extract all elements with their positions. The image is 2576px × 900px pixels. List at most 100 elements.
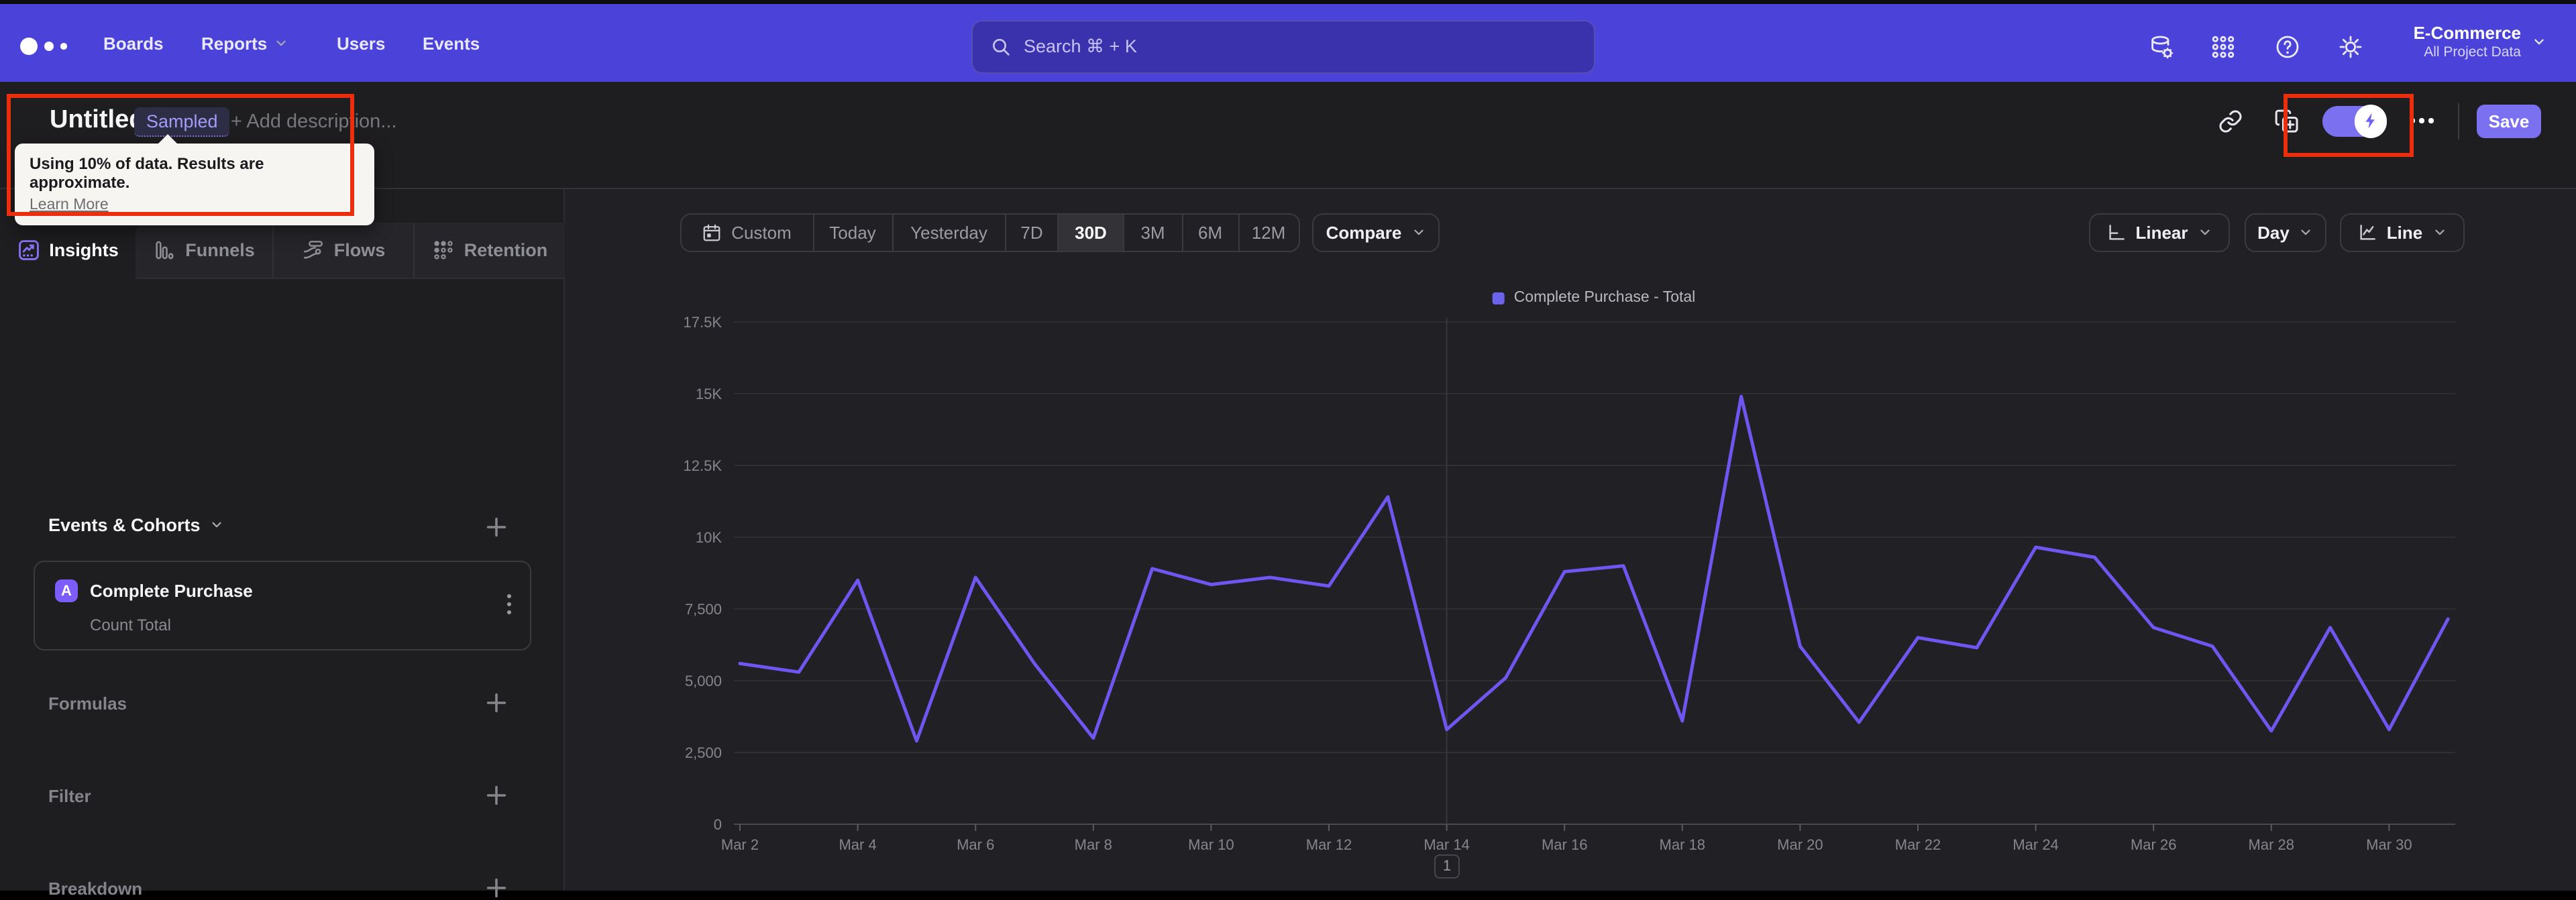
retention-dots-icon bbox=[434, 240, 453, 260]
add-breakdown-button[interactable] bbox=[484, 876, 508, 900]
y-tick-label: 2,500 bbox=[685, 744, 722, 761]
compare-button[interactable]: Compare bbox=[1312, 213, 1440, 252]
range-12m-label: 12M bbox=[1251, 223, 1286, 243]
event-series-letter: A bbox=[61, 583, 72, 599]
y-tick-label: 12.5K bbox=[684, 457, 722, 474]
more-options-icon[interactable] bbox=[2410, 118, 2433, 123]
data-management-icon[interactable] bbox=[2148, 34, 2175, 60]
insights-chart-icon bbox=[18, 240, 39, 261]
sampling-toggle[interactable] bbox=[2322, 105, 2387, 137]
events-cohorts-header[interactable]: Events & Cohorts bbox=[48, 515, 225, 535]
event-series-badge: A bbox=[55, 579, 78, 602]
filter-section-label: Filter bbox=[48, 783, 91, 807]
range-custom[interactable]: Custom bbox=[681, 215, 812, 251]
sampled-badge-label: Sampled bbox=[146, 111, 218, 131]
funnels-bars-icon bbox=[156, 241, 174, 259]
event-metric[interactable]: Count Total bbox=[90, 616, 171, 634]
project-name: E-Commerce bbox=[2413, 23, 2521, 43]
chevron-down-icon bbox=[2302, 229, 2311, 235]
x-tick-label: Mar 8 bbox=[1075, 836, 1112, 853]
calendar-icon bbox=[703, 224, 720, 241]
tab-flows-label: Flows bbox=[333, 239, 386, 260]
top-nav: Boards Reports Users Events Search ⌘ + K bbox=[0, 4, 2576, 82]
lightning-bolt-icon bbox=[2365, 113, 2375, 129]
add-description-field[interactable]: + Add description... bbox=[231, 111, 396, 133]
save-button-label: Save bbox=[2488, 111, 2530, 131]
range-30d-label: 30D bbox=[1075, 223, 1107, 243]
page-number-button[interactable]: 1 bbox=[1434, 854, 1460, 879]
settings-gear-icon[interactable] bbox=[2337, 34, 2364, 60]
event-card[interactable]: A Complete Purchase Count Total bbox=[34, 561, 531, 651]
x-tick-label: Mar 18 bbox=[1660, 836, 1705, 853]
range-30d[interactable]: 30D bbox=[1057, 215, 1123, 251]
add-filter-button[interactable] bbox=[484, 783, 508, 807]
project-selector[interactable]: E-Commerce All Project Data bbox=[2414, 23, 2546, 60]
add-to-board-icon[interactable] bbox=[2274, 109, 2300, 134]
x-tick-label: Mar 12 bbox=[1306, 836, 1352, 853]
y-tick-label: 5,000 bbox=[685, 673, 722, 689]
nav-item-boards[interactable]: Boards bbox=[103, 31, 164, 55]
chevron-down-icon bbox=[2200, 229, 2210, 235]
range-12m[interactable]: 12M bbox=[1238, 215, 1298, 251]
chevron-down-icon bbox=[276, 40, 286, 46]
x-tick-label: Mar 14 bbox=[1424, 836, 1469, 853]
y-tick-label: 10K bbox=[696, 529, 722, 546]
x-tick-label: Mar 20 bbox=[1777, 836, 1823, 853]
tab-flows[interactable]: Flows bbox=[272, 223, 413, 278]
range-3m[interactable]: 3M bbox=[1123, 215, 1181, 251]
x-tick-label: Mar 4 bbox=[839, 836, 876, 853]
range-3m-label: 3M bbox=[1140, 223, 1165, 243]
formulas-section-label: Formulas bbox=[48, 691, 127, 715]
x-tick-label: Mar 6 bbox=[957, 836, 994, 853]
event-name[interactable]: Complete Purchase bbox=[90, 581, 253, 601]
nav-item-reports[interactable]: Reports bbox=[201, 31, 288, 55]
date-range-control: Custom Today Yesterday 7D 30D 3M 6M 12M bbox=[680, 213, 1299, 252]
nav-item-events[interactable]: Events bbox=[423, 31, 480, 55]
x-tick-label: Mar 16 bbox=[1542, 836, 1587, 853]
chart-type-dropdown[interactable]: Line bbox=[2339, 213, 2465, 252]
learn-more-link[interactable]: Learn More bbox=[30, 197, 360, 213]
interval-label: Day bbox=[2257, 223, 2290, 243]
flows-icon bbox=[303, 240, 323, 259]
scale-dropdown[interactable]: Linear bbox=[2088, 213, 2230, 252]
x-tick-label: Mar 22 bbox=[1895, 836, 1941, 853]
share-link-icon[interactable] bbox=[2217, 109, 2243, 134]
chevron-down-icon bbox=[212, 522, 222, 528]
tab-insights[interactable]: Insights bbox=[0, 223, 136, 278]
range-yesterday[interactable]: Yesterday bbox=[892, 215, 1005, 251]
event-options-icon[interactable] bbox=[507, 594, 511, 614]
search-icon bbox=[993, 39, 1010, 56]
insights-line-chart[interactable]: 0 2,500 5,000 7,500 10K 12.5K 15K 17.5K Mar 2 Mar… bbox=[671, 262, 2509, 879]
tab-insights-label: Insights bbox=[49, 240, 119, 261]
sampling-toggle-knob bbox=[2354, 105, 2387, 137]
y-tick-label: 15K bbox=[696, 386, 722, 402]
help-icon[interactable] bbox=[2273, 34, 2300, 60]
range-custom-label: Custom bbox=[731, 223, 792, 243]
tab-retention[interactable]: Retention bbox=[413, 223, 565, 278]
interval-dropdown[interactable]: Day bbox=[2245, 213, 2326, 252]
search-input[interactable]: Search ⌘ + K bbox=[971, 20, 1595, 74]
tab-funnels[interactable]: Funnels bbox=[136, 223, 272, 278]
chevron-down-icon bbox=[2434, 229, 2444, 235]
add-event-button[interactable] bbox=[484, 515, 508, 539]
range-today[interactable]: Today bbox=[812, 215, 892, 251]
header-divider bbox=[2458, 103, 2459, 139]
range-6m[interactable]: 6M bbox=[1181, 215, 1238, 251]
x-tick-label: Mar 24 bbox=[2012, 836, 2058, 853]
mixpanel-logo-icon[interactable] bbox=[20, 38, 66, 55]
save-button[interactable]: Save bbox=[2477, 104, 2541, 137]
nav-item-users[interactable]: Users bbox=[337, 31, 385, 55]
range-7d[interactable]: 7D bbox=[1005, 215, 1057, 251]
x-tick-label: Mar 28 bbox=[2249, 836, 2294, 853]
chart-type-label: Line bbox=[2386, 223, 2423, 243]
apps-grid-icon[interactable] bbox=[2210, 34, 2237, 60]
range-yesterday-label: Yesterday bbox=[910, 223, 987, 243]
add-formula-button[interactable] bbox=[484, 691, 508, 715]
series-line[interactable] bbox=[738, 394, 2450, 743]
chevron-down-icon bbox=[2534, 38, 2544, 44]
report-title[interactable]: Untitled bbox=[50, 106, 144, 135]
sampled-badge[interactable]: Sampled bbox=[134, 107, 230, 137]
tab-funnels-label: Funnels bbox=[185, 239, 255, 260]
line-chart-icon bbox=[2360, 225, 2375, 240]
sampling-tooltip: Using 10% of data. Results are approxima… bbox=[15, 134, 374, 225]
